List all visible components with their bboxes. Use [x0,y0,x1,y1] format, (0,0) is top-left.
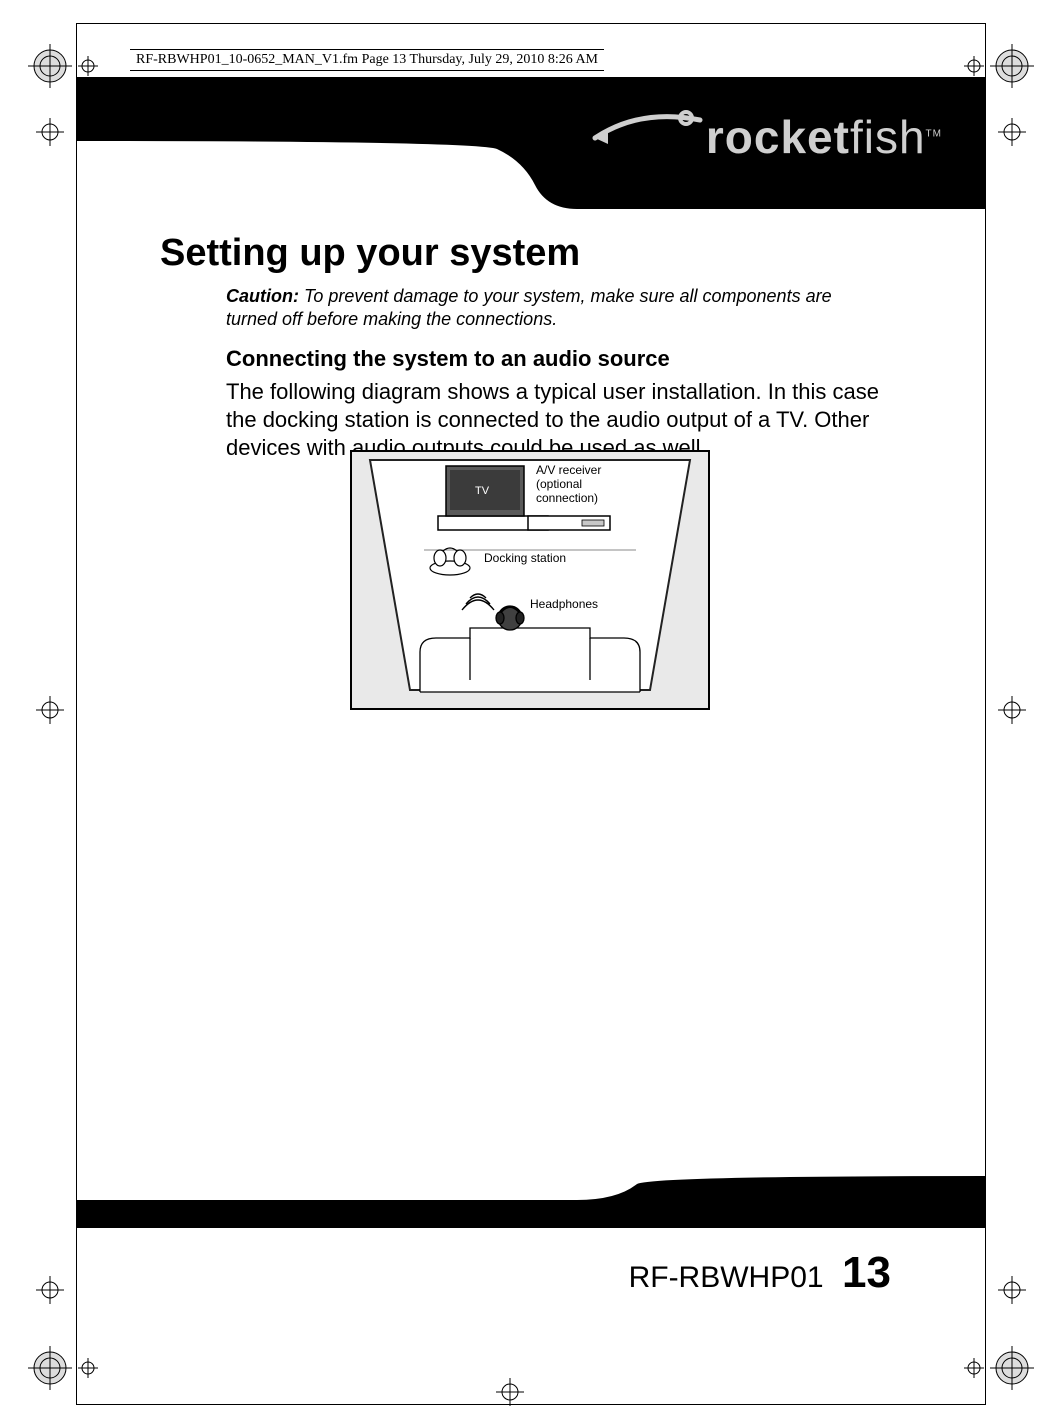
caution-paragraph: Caution: To prevent damage to your syste… [226,285,866,330]
diagram-av-label-1: A/V receiver [536,463,601,477]
caution-text: To prevent damage to your system, make s… [226,286,832,329]
diagram-headphones-label: Headphones [530,597,598,611]
crop-mark-ml [30,690,70,730]
crop-mark-r2 [992,112,1032,152]
crop-mark-l2 [30,112,70,152]
footer-banner [77,1176,985,1236]
rocketfish-swoosh-icon [590,98,710,153]
logo-part1: rocket [706,111,850,163]
diagram-tv-label: TV [475,485,490,497]
footer-page-number: 13 [842,1248,891,1298]
footer-model: RF-RBWHP01 [629,1261,824,1295]
page-title: Setting up your system [160,232,900,275]
installation-diagram: TV A/V receiver (optional connection) Do… [350,450,710,710]
page-footer: RF-RBWHP01 13 [77,1248,985,1298]
running-head: RF-RBWHP01_10-0652_MAN_V1.fm Page 13 Thu… [130,49,604,71]
diagram-av-label-3: connection) [536,491,598,505]
diagram-dock-label: Docking station [484,551,566,565]
rocketfish-logo: rocketfishTM [706,110,942,164]
crop-mark-r3 [992,1270,1032,1310]
running-head-text: RF-RBWHP01_10-0652_MAN_V1.fm Page 13 Thu… [130,49,604,71]
logo-tm: TM [926,129,942,140]
section-heading: Connecting the system to an audio source [226,346,900,372]
diagram-av-label-2: (optional [536,477,582,491]
logo-part2: fish [850,111,926,163]
crop-mark-mr [992,690,1032,730]
crop-mark-l3 [30,1270,70,1310]
caution-label: Caution: [226,286,299,306]
